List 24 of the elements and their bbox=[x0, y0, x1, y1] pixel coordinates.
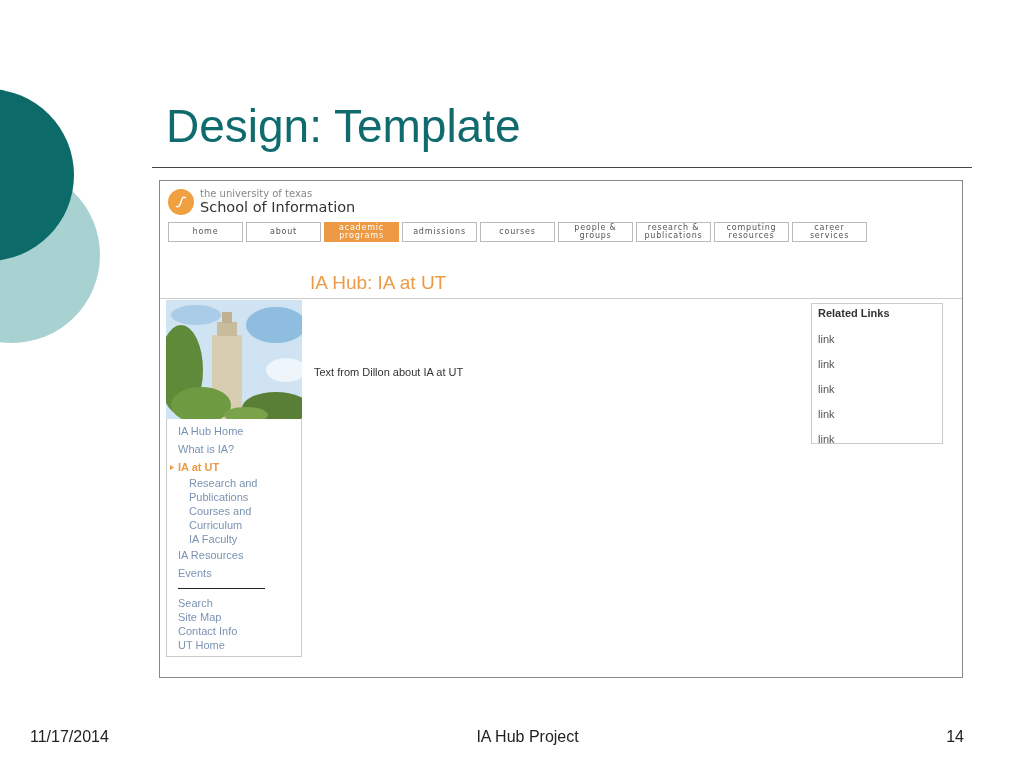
related-link[interactable]: link bbox=[818, 357, 942, 371]
arrow-icon bbox=[170, 465, 174, 470]
nav-tab[interactable]: computing resources bbox=[714, 222, 789, 242]
related-link[interactable]: link bbox=[818, 332, 942, 346]
logo-icon bbox=[168, 189, 194, 215]
related-link[interactable]: link bbox=[818, 407, 942, 421]
slide-footer-title: IA Hub Project bbox=[476, 728, 579, 746]
nav-tab[interactable]: career services bbox=[792, 222, 867, 242]
related-links-title: Related Links bbox=[818, 306, 891, 321]
university-name: the university of texas bbox=[200, 189, 314, 199]
slide-title: Design: Template bbox=[166, 99, 521, 154]
related-link[interactable]: link bbox=[818, 382, 942, 396]
nav-tab[interactable]: about bbox=[246, 222, 321, 242]
nav-tab[interactable]: courses bbox=[480, 222, 555, 242]
slide-date: 11/17/2014 bbox=[30, 728, 109, 746]
nav-tab[interactable]: people & groups bbox=[558, 222, 633, 242]
related-link[interactable]: link bbox=[818, 432, 942, 446]
school-name: School of Information bbox=[200, 199, 356, 215]
body-text: Text from Dillon about IA at UT bbox=[314, 366, 464, 378]
nav-tab[interactable]: home bbox=[168, 222, 243, 242]
nav-tab[interactable]: admissions bbox=[402, 222, 477, 242]
page-title: IA Hub: IA at UT bbox=[310, 272, 447, 294]
nav-tab[interactable]: research & publications bbox=[636, 222, 711, 242]
slide-number: 14 bbox=[946, 728, 964, 746]
